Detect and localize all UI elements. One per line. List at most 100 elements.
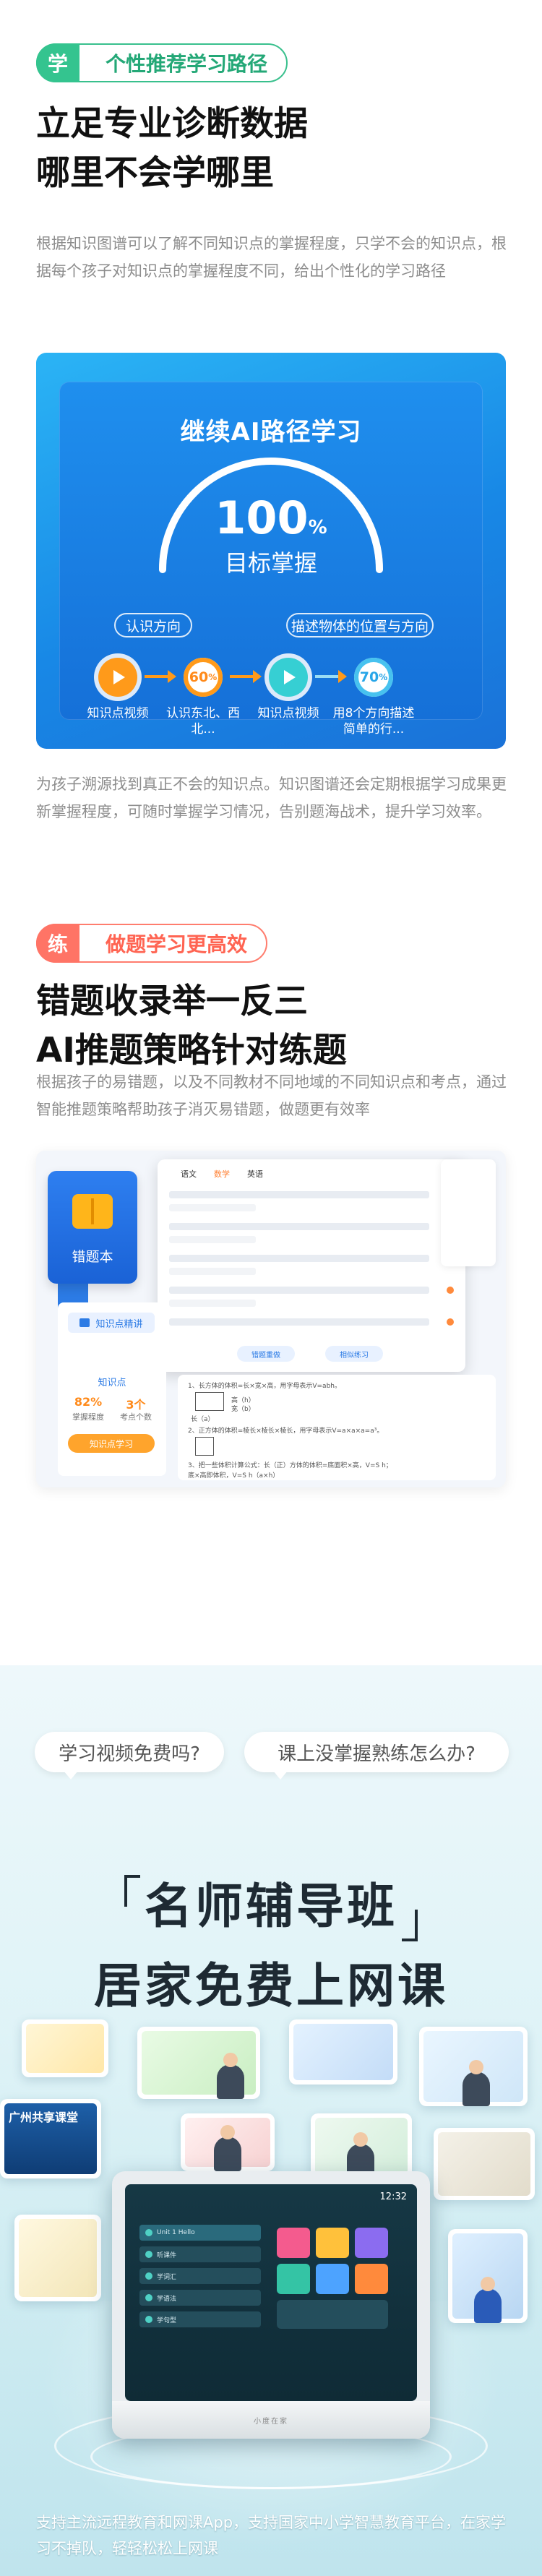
node-video-1[interactable]: [98, 658, 137, 697]
arrow-icon: [230, 670, 262, 683]
wrong-book-label: 错题本: [72, 1249, 113, 1265]
page: 学 个性推荐学习路径 立足专业诊断数据 哪里不会学哪里 根据知识图谱可以了解不同…: [0, 0, 542, 2576]
lesson-list-item[interactable]: Unit 1 Hello: [139, 2225, 261, 2241]
device-screen[interactable]: 12:32 Unit 1 Hello 听课件 学词汇 学语法 学句型: [125, 2184, 417, 2401]
lesson-card: [22, 2019, 108, 2077]
app-tile[interactable]: [277, 2300, 388, 2329]
question-row[interactable]: [169, 1287, 429, 1294]
app-tile[interactable]: [277, 2264, 310, 2294]
similar-practice-button[interactable]: 相似练习: [325, 1346, 383, 1362]
node-label: 认识东北、西北...: [166, 706, 240, 737]
lesson-card-broadcast: 广州共享课堂: [0, 2099, 101, 2178]
mastery-value: 82%: [74, 1395, 103, 1409]
section-pill-personalized-path: 学 个性推荐学习路径: [36, 43, 288, 82]
lesson-card: [434, 2128, 535, 2200]
lesson-card: [419, 2027, 528, 2106]
mastery-label: 掌握程度: [72, 1412, 104, 1422]
lesson-card: [14, 2215, 101, 2301]
ai-path-title: 继续AI路径学习: [180, 418, 362, 447]
goal-label: 目标掌握: [224, 549, 317, 577]
wrong-question-book[interactable]: 错题本: [48, 1171, 137, 1284]
lesson-list-item[interactable]: 学语法: [139, 2290, 261, 2306]
tab-chinese[interactable]: 语文: [181, 1168, 197, 1180]
lesson-list-item[interactable]: 听课件: [139, 2246, 261, 2262]
lesson-list-item[interactable]: 学词汇: [139, 2268, 261, 2284]
panel-caption: 为孩子溯源找到真正不会的知识点。知识图谱还会定期根据学习成果更新掌握程度，可随时…: [36, 776, 507, 820]
app-tile[interactable]: [355, 2264, 388, 2294]
question-bubble-not-mastered: 课上没掌握熟练怎么办?: [244, 1732, 509, 1779]
bracket-right-icon: [402, 1910, 418, 1941]
headline-line-2: 哪里不会学哪里: [36, 153, 274, 193]
redo-button[interactable]: 错题重做: [237, 1346, 295, 1362]
shape-label-wide: 宽（b）: [231, 1406, 255, 1413]
explanation-line: 3、把一些体积计算公式：长（正）方体的体积=底面积×高，V=S h；: [188, 1462, 392, 1469]
question-meta: [169, 1300, 256, 1307]
app-tile[interactable]: [316, 2228, 349, 2258]
promo-title-2: 居家免费上网课: [94, 1958, 448, 2014]
lesson-card: [311, 2113, 412, 2178]
node-value: 70: [359, 669, 379, 685]
lesson-card: [289, 2019, 397, 2085]
tag-recognize-direction[interactable]: 认识方向: [114, 613, 192, 637]
node-progress-60[interactable]: 60%: [184, 658, 223, 697]
knowledge-lecture-label: 知识点精讲: [95, 1318, 143, 1330]
knowledge-card: 知识点精讲 知识点 82% 3个 掌握程度 考点个数 知识点学习: [58, 1302, 166, 1476]
promo-title-1: 名师辅导班: [145, 1879, 397, 1934]
section-pill-label: 个性推荐学习路径: [106, 52, 268, 76]
question-meta: [169, 1268, 256, 1275]
device-speaker: 小度在家: [112, 2401, 430, 2439]
cube-shape: [195, 1437, 214, 1456]
wrongbook-app-screenshot: 错题本 语文 数学 英语 错题重做 相似练习 知识点精讲 知识点 82% 3个 …: [36, 1151, 506, 1487]
section-description: 根据知识图谱可以了解不同知识点的掌握程度，只学不会的知识点，根据每个孩子对知识点…: [36, 235, 507, 280]
ai-path-panel: 继续AI路径学习 100% 目标掌握 认识方向 描述物体的位置与方向 60% 7…: [36, 353, 506, 749]
tab-english[interactable]: 英语: [247, 1168, 263, 1180]
app-tile[interactable]: [355, 2228, 388, 2258]
app-tile[interactable]: [277, 2228, 310, 2258]
question-row[interactable]: [169, 1318, 429, 1326]
shape-label-long: 长（a）: [191, 1416, 215, 1423]
node-label: 知识点视频: [257, 706, 319, 721]
lesson-card: [137, 2027, 260, 2099]
knowledge-lecture-button[interactable]: 知识点精讲: [68, 1313, 155, 1333]
mark-icon: [447, 1318, 454, 1326]
question-row[interactable]: [169, 1191, 429, 1198]
question-row[interactable]: [169, 1223, 429, 1230]
node-progress-70[interactable]: 70%: [354, 658, 393, 697]
knowledge-learn-button[interactable]: 知识点学习: [68, 1434, 155, 1453]
node-label: 用8个方向描述简单的行...: [332, 706, 415, 737]
section-description: 根据孩子的易错题，以及不同教材不同地域的不同知识点和考点，通过智能推题策略帮助孩…: [36, 1073, 507, 1118]
explanation-line: 底×高即体积，V=S h（a×h）: [188, 1472, 280, 1480]
ai-path-card[interactable]: 继续AI路径学习 100% 目标掌握 认识方向 描述物体的位置与方向 60% 7…: [59, 382, 483, 737]
tag-describe-position[interactable]: 描述物体的位置与方向: [286, 613, 434, 637]
section-badge: 练: [36, 924, 79, 963]
explanation-content: 1、长方体的体积=长×宽×高，用字母表示V=abh。 高（h） 宽（b） 长（a…: [178, 1375, 496, 1480]
section-badge: 学: [36, 43, 79, 82]
target-percent-unit: %: [308, 517, 327, 538]
arrow-icon: [145, 670, 176, 683]
question-meta: [169, 1236, 256, 1243]
tab-math[interactable]: 数学: [214, 1168, 230, 1180]
app-tile[interactable]: [316, 2264, 349, 2294]
device-logo: 小度在家: [254, 2418, 288, 2426]
side-panel: [441, 1159, 496, 1266]
node-video-2[interactable]: [269, 658, 308, 697]
book-icon: [72, 1194, 113, 1229]
node-value: 60: [189, 669, 209, 685]
section-pill-efficient-practice: 练 做题学习更高效: [36, 924, 268, 963]
question-meta: [169, 1204, 256, 1211]
play-icon: [284, 670, 296, 684]
headline-line-1: 立足专业诊断数据: [36, 104, 308, 144]
explanation-line: 2、正方体的体积=棱长×棱长×棱长，用字母表示V=a×a×a=a³。: [188, 1427, 384, 1435]
question-list-popup: 语文 数学 英语 错题重做 相似练习: [158, 1159, 465, 1372]
node-unit: %: [379, 672, 388, 682]
promo-footer: 支持主流远程教育和网课App，支持国家中小学智慧教育平台，在家学习不掉队，轻轻松…: [36, 2514, 507, 2557]
arrow-icon: [315, 670, 347, 683]
play-icon: [113, 670, 125, 684]
teacher-image: [217, 2053, 244, 2099]
broadcast-label: 广州共享课堂: [9, 2111, 79, 2124]
lesson-list-item[interactable]: 学句型: [139, 2311, 261, 2327]
node-unit: %: [208, 672, 218, 682]
teacher-image: [214, 2125, 241, 2171]
question-row[interactable]: [169, 1255, 429, 1262]
mark-icon: [447, 1287, 454, 1294]
